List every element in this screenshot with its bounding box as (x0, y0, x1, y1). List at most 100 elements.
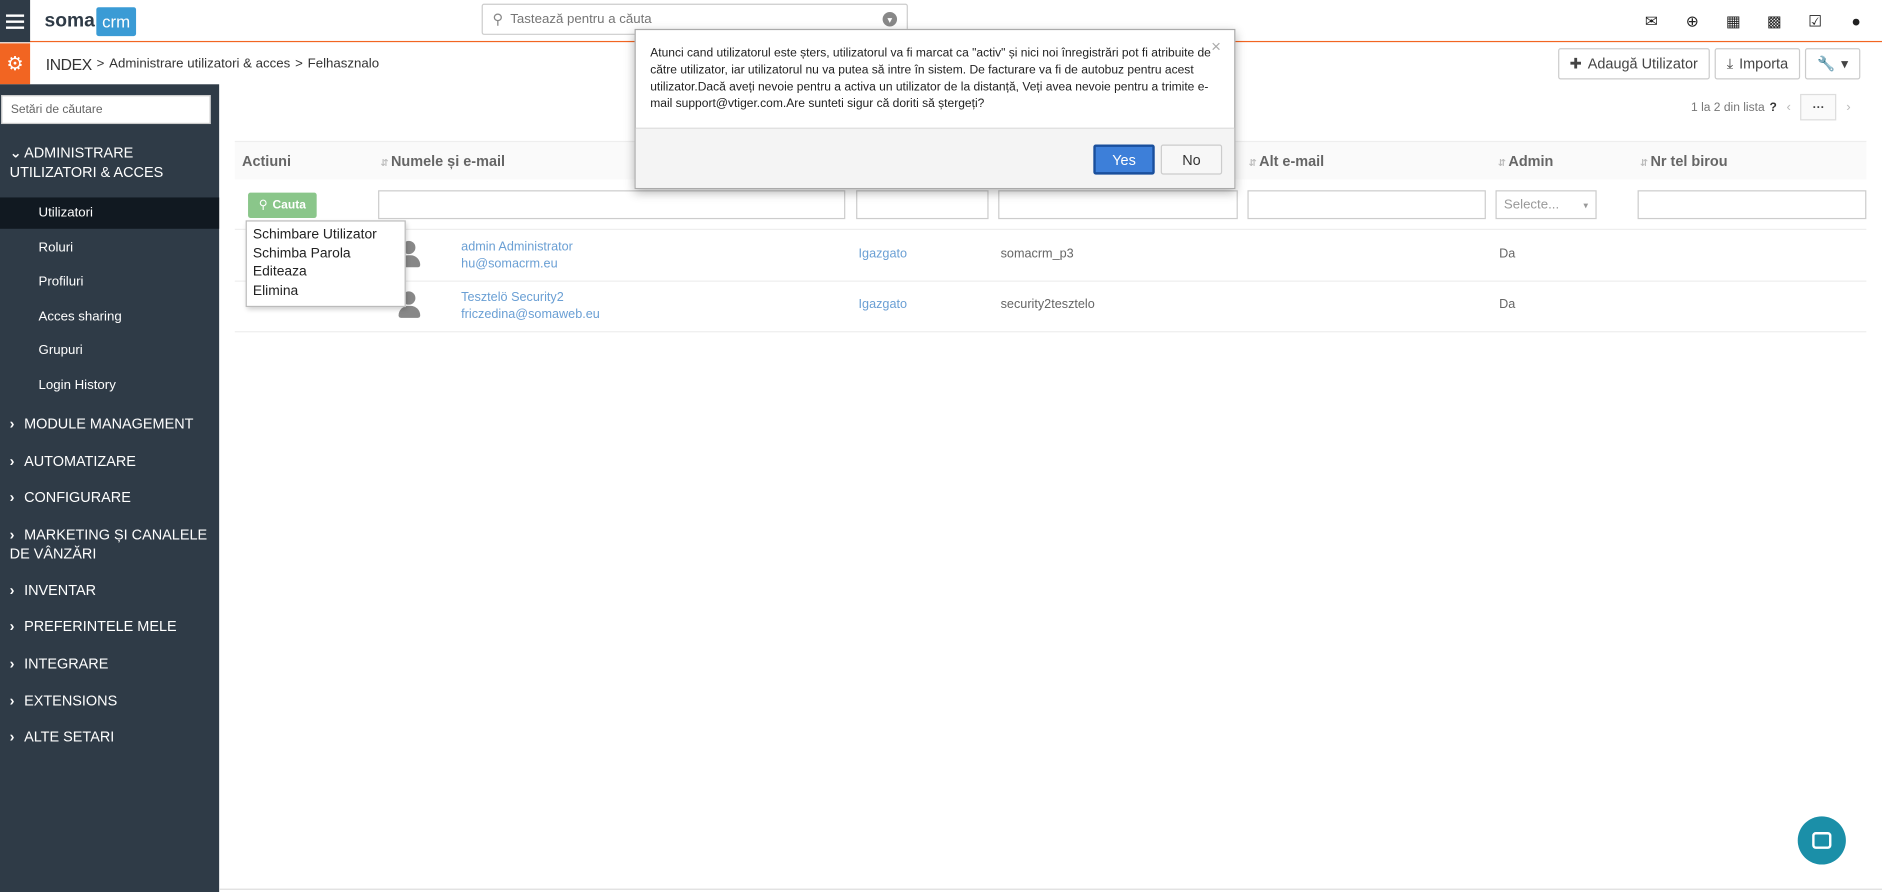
sidebar-section-integrare[interactable]: › INTEGRARE (10, 654, 109, 673)
menu-item-change-password[interactable]: Schimba Parola (253, 245, 399, 264)
user-username: security2tesztelo (1000, 297, 1095, 312)
filter-role-input[interactable] (856, 190, 989, 220)
filter-name-input[interactable] (378, 190, 846, 220)
breadcrumb-index[interactable]: INDEX (46, 55, 92, 73)
breadcrumb: INDEX > Administrare utilizatori & acces… (46, 43, 379, 84)
sidebar: Setări de căutare ⌄ ADMINISTRARE UTILIZAT… (0, 84, 220, 892)
plus-circle-icon[interactable]: ⊕ (1683, 11, 1701, 30)
sidebar-item-acces-sharing[interactable]: Acces sharing (0, 301, 219, 332)
sidebar-section-marketing[interactable]: › MARKETING ȘI CANALELE DE VÂNZĂRI (10, 525, 210, 564)
header-office-phone[interactable]: ⇵ Nr tel birou (1640, 153, 1728, 170)
user-admin-flag: Da (1499, 297, 1516, 312)
chevron-down-icon: ⌄ (9, 144, 22, 162)
sidebar-section-alte-setari[interactable]: › ALTE SETARI (10, 727, 115, 746)
chevron-right-icon: › (9, 488, 15, 506)
sidebar-item-grupuri[interactable]: Grupuri (0, 335, 219, 366)
chevron-right-icon: › (9, 581, 15, 599)
chevron-right-icon: › (9, 452, 15, 470)
plus-icon: ✚ (1569, 55, 1582, 73)
user-role-link[interactable]: Igazgato (859, 247, 908, 261)
help-icon[interactable]: ? (1769, 101, 1776, 114)
sidebar-section-module-management[interactable]: › MODULE MANAGEMENT (10, 414, 194, 433)
caret-down-icon: ▾ (1583, 199, 1589, 211)
chevron-right-icon: › (9, 526, 15, 544)
filter-admin-select[interactable]: Selecte... ▾ (1495, 190, 1597, 220)
more-options-button[interactable]: ··· (1800, 93, 1837, 121)
global-search-input[interactable] (510, 12, 883, 27)
user-name-link[interactable]: admin Administrator (461, 240, 573, 254)
caret-down-icon: ▾ (1841, 55, 1849, 73)
gear-icon[interactable]: ⚙ (0, 43, 31, 85)
download-icon: ⤓ (1726, 54, 1734, 72)
sort-icon: ⇵ (1497, 157, 1506, 169)
chevron-right-icon: › (9, 617, 15, 635)
search-icon: ⚲ (258, 198, 268, 212)
dialog-footer: Yes No (635, 127, 1235, 188)
user-email-link[interactable]: hu@somacrm.eu (461, 256, 557, 270)
sidebar-section-preferintele[interactable]: › PREFERINTELE MELE (10, 616, 177, 635)
app-logo[interactable]: soma crm (45, 2, 137, 39)
user-name-link[interactable]: Tesztelö Security2 (461, 290, 564, 304)
row-actions-menu: Schimbare Utilizator Schimba Parola Edit… (245, 220, 406, 308)
filter-username-input[interactable] (998, 190, 1238, 220)
prev-page-icon[interactable]: ‹ (1786, 100, 1790, 114)
wrench-icon: 🔧 (1817, 55, 1836, 73)
search-icon: ⚲ (492, 10, 504, 28)
dialog-message: Atunci cand utilizatorul este șters, uti… (650, 46, 1211, 111)
import-button[interactable]: ⤓ Importa (1714, 48, 1801, 80)
user-role-link[interactable]: Igazgato (859, 297, 908, 311)
table-row[interactable]: admin Administrator hu@somacrm.eu Igazga… (234, 231, 1867, 282)
breadcrumb-separator: > (295, 56, 303, 72)
chat-icon (1812, 832, 1832, 849)
chevron-right-icon: › (9, 692, 15, 710)
user-icon[interactable]: ● (1847, 12, 1865, 30)
filter-office-phone-input[interactable] (1637, 190, 1867, 220)
header-name-email[interactable]: ⇵ Numele și e-mail (380, 153, 505, 170)
search-filter-button[interactable]: ⚲ Cauta (248, 192, 317, 218)
header-admin[interactable]: ⇵ Admin (1498, 153, 1553, 170)
breadcrumb-separator: > (96, 56, 105, 72)
sort-icon: ⇵ (1248, 157, 1257, 169)
chat-widget-button[interactable] (1797, 816, 1846, 865)
user-email-link[interactable]: friczedina@somaweb.eu (461, 307, 600, 321)
chevron-down-icon[interactable]: ▾ (882, 12, 898, 27)
table-row[interactable]: Tesztelö Security2 friczedina@somaweb.eu… (234, 282, 1867, 333)
breadcrumb-level1[interactable]: Administrare utilizatori & acces (109, 57, 290, 71)
sidebar-item-utilizatori[interactable]: Utilizatori (0, 197, 220, 229)
filter-alt-email-input[interactable] (1247, 190, 1486, 220)
sidebar-item-login-history[interactable]: Login History (0, 370, 219, 401)
checkbox-icon[interactable]: ☑ (1806, 11, 1824, 30)
sidebar-section-inventar[interactable]: › INVENTAR (10, 580, 96, 599)
sort-icon: ⇵ (1639, 157, 1649, 169)
menu-item-switch-user[interactable]: Schimbare Utilizator (253, 226, 399, 245)
sidebar-section-extensions[interactable]: › EXTENSIONS (10, 691, 118, 710)
header-actions: Actiuni (242, 152, 291, 170)
menu-icon[interactable] (0, 0, 31, 43)
page-range-text: 1 la 2 din lista (1691, 100, 1765, 114)
sidebar-search-input[interactable]: Setări de căutare (1, 95, 211, 125)
calendar-icon[interactable]: ▦ (1724, 11, 1742, 30)
footer-divider (219, 888, 1882, 890)
sidebar-section-automatizare[interactable]: › AUTOMATIZARE (10, 452, 136, 471)
bar-chart-icon[interactable]: ▩ (1765, 11, 1783, 30)
sidebar-item-roluri[interactable]: Roluri (0, 232, 219, 263)
menu-item-delete[interactable]: Elimina (253, 282, 399, 301)
user-admin-flag: Da (1499, 246, 1516, 262)
sidebar-section-configurare[interactable]: › CONFIGURARE (10, 488, 131, 507)
sidebar-section-admin[interactable]: ⌄ ADMINISTRARE UTILIZATORI & ACCES (10, 143, 215, 182)
chevron-right-icon: › (9, 728, 15, 746)
delete-confirm-dialog: × Atunci cand utilizatorul este șters, u… (634, 28, 1236, 190)
confirm-yes-button[interactable]: Yes (1093, 144, 1155, 175)
breadcrumb-level2: Felhasznalo (307, 56, 380, 72)
header-alt-email[interactable]: ⇵ Alt e-mail (1249, 153, 1325, 170)
pagination: 1 la 2 din lista ? ‹ ··· › (1691, 93, 1851, 121)
sidebar-item-profiluri[interactable]: Profiluri (0, 266, 219, 297)
settings-dropdown-button[interactable]: 🔧 ▾ (1804, 48, 1861, 80)
next-page-icon[interactable]: › (1846, 100, 1850, 114)
confirm-no-button[interactable]: No (1160, 144, 1223, 175)
chevron-right-icon: › (9, 415, 15, 433)
envelope-icon[interactable]: ✉ (1642, 11, 1660, 30)
menu-item-edit[interactable]: Editeaza (253, 264, 399, 283)
user-username: somacrm_p3 (1000, 246, 1074, 262)
add-user-button[interactable]: ✚ Adaugă Utilizator (1557, 48, 1710, 80)
